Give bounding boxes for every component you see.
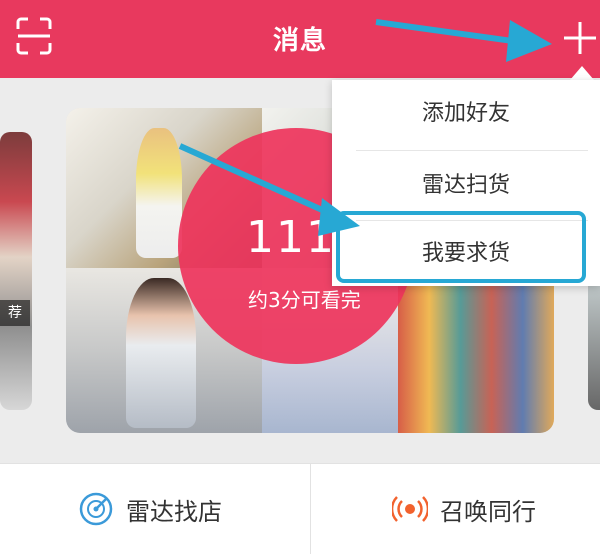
menu-caret <box>570 66 594 80</box>
radar-icon <box>79 492 113 526</box>
broadcast-icon <box>392 496 428 522</box>
menu-item-radar-sweep[interactable]: 雷达扫货 <box>332 152 600 220</box>
read-time-text: 约3分可看完 <box>248 288 361 312</box>
menu-item-add-friend[interactable]: 添加好友 <box>332 80 600 148</box>
new-count: 111 <box>246 212 336 263</box>
model-photo <box>136 128 182 258</box>
radar-find-store-button[interactable]: 雷达找店 <box>78 486 222 532</box>
divider <box>310 464 311 554</box>
model-photo <box>126 278 196 428</box>
add-button[interactable] <box>560 18 600 58</box>
carousel-card-left[interactable]: 荐 <box>0 132 32 410</box>
bottom-actions: 雷达找店 召唤同行 <box>0 463 600 554</box>
photo-tile <box>398 268 554 433</box>
top-bar: 消息 <box>0 0 600 78</box>
divider <box>356 150 588 151</box>
radar-find-store-label: 雷达找店 <box>126 497 222 526</box>
recommend-tag: 荐 <box>0 300 30 326</box>
plus-icon <box>564 22 596 54</box>
page-title: 消息 <box>272 26 327 56</box>
highlight-box <box>336 211 586 283</box>
summon-peers-label: 召唤同行 <box>440 497 536 526</box>
summon-peers-button[interactable]: 召唤同行 <box>392 486 536 532</box>
